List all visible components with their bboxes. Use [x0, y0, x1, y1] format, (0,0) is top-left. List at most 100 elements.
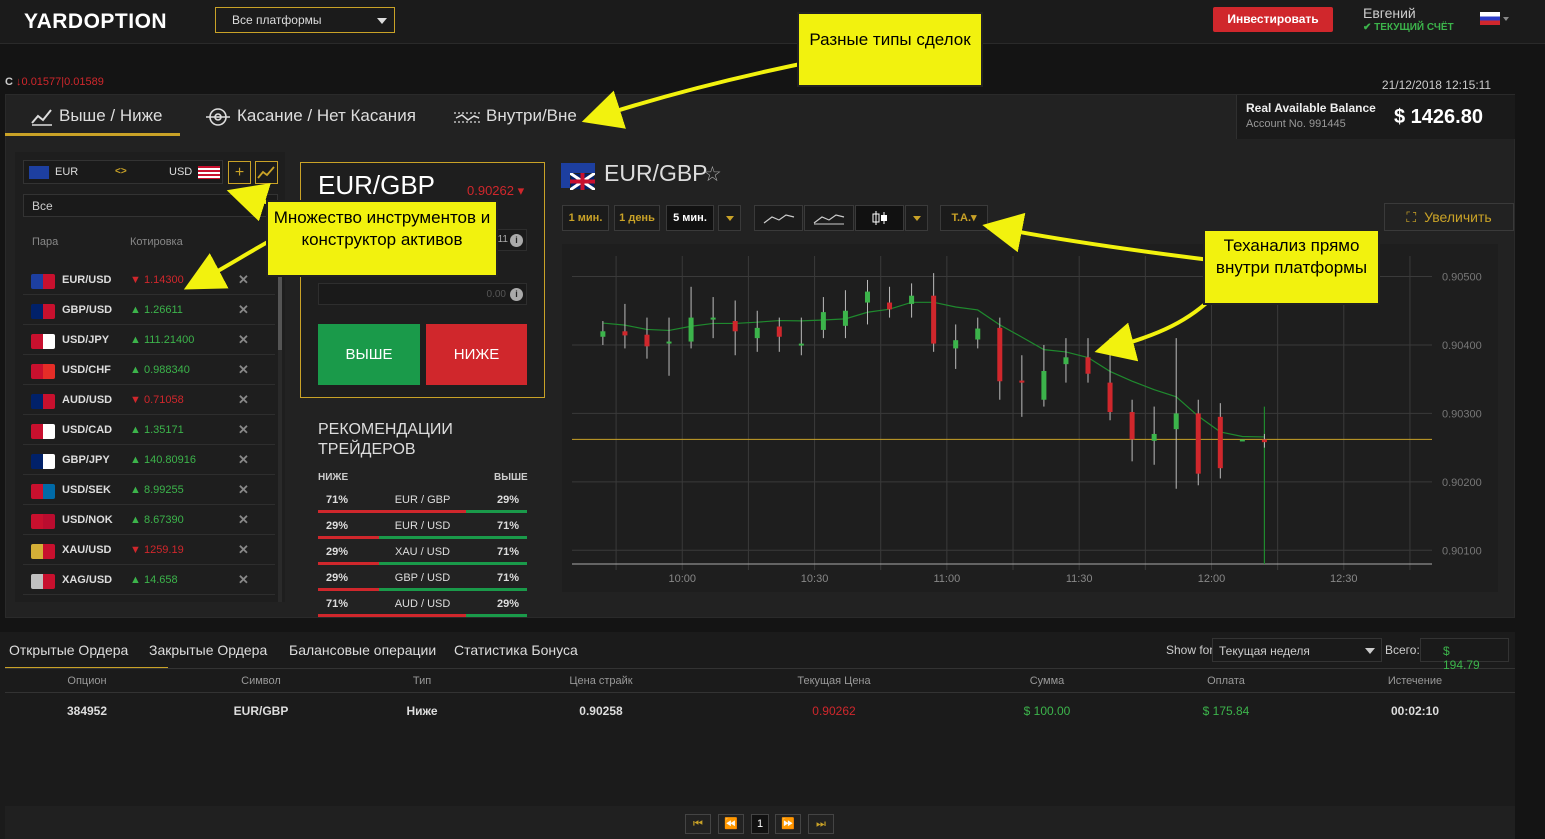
remove-asset-icon[interactable]: ✕ — [238, 512, 249, 528]
candle-body — [1063, 357, 1069, 365]
candle-body — [1217, 416, 1223, 469]
asset-pair: USD/NOK — [62, 514, 113, 526]
period-select[interactable]: Текущая неделя — [1212, 638, 1382, 662]
chart-type-dropdown[interactable] — [905, 205, 928, 231]
balance-value: $ 1426.80 — [1394, 106, 1483, 128]
tab-in-out[interactable]: Внутри/Вне — [486, 106, 577, 126]
pager-first-button[interactable]: ⏮ — [685, 814, 711, 834]
info-icon[interactable]: i — [510, 234, 523, 247]
remove-asset-icon[interactable]: ✕ — [238, 392, 249, 408]
chevron-down-icon[interactable] — [1503, 17, 1509, 21]
tab-balance-operations[interactable]: Балансовые операции — [289, 642, 436, 658]
remove-asset-icon[interactable]: ✕ — [238, 332, 249, 348]
remove-asset-icon[interactable]: ✕ — [238, 572, 249, 588]
area-chart-button[interactable] — [804, 205, 854, 231]
candle-body — [820, 312, 826, 330]
amount-value: 0.00 — [486, 289, 506, 300]
candle-body — [887, 302, 893, 310]
higher-button[interactable]: ВЫШЕ — [318, 324, 420, 385]
zoom-button[interactable]: ⛶ Увеличить — [1384, 203, 1514, 231]
remove-asset-icon[interactable]: ✕ — [238, 452, 249, 468]
pager-last-button[interactable]: ⏭ — [808, 814, 834, 834]
candle-chart-button[interactable] — [855, 205, 904, 231]
pager-page-1[interactable]: 1 — [751, 814, 769, 834]
tab-open-orders[interactable]: Открытые Ордера — [9, 642, 128, 658]
asset-row[interactable]: GBP/JPY ▲ 140.80916 ✕ — [23, 446, 275, 475]
add-asset-button[interactable]: + — [228, 161, 251, 184]
x-tick-label: 12:30 — [1330, 573, 1358, 585]
expiry-value: 11 — [497, 234, 508, 245]
active-tab-indicator — [5, 133, 180, 136]
chart-title: EUR/GBP — [604, 160, 708, 186]
asset-row[interactable]: USD/JPY ▲ 111.21400 ✕ — [23, 326, 275, 355]
technical-analysis-button[interactable]: T.A.▾ — [940, 205, 988, 231]
recommendation-row: AUD / USD 71% 29% — [318, 594, 527, 620]
remove-asset-icon[interactable]: ✕ — [238, 542, 249, 558]
lower-button[interactable]: НИЖЕ — [426, 324, 527, 385]
recommendation-row: EUR / GBP 71% 29% — [318, 490, 527, 516]
tab-higher-lower[interactable]: Выше / Ниже — [59, 106, 162, 126]
invest-button[interactable]: Инвестировать — [1213, 7, 1333, 32]
orders-cell: Ниже — [406, 704, 438, 718]
swap-icon[interactable]: <> — [115, 166, 127, 177]
amount-input[interactable]: 0.00 i — [318, 283, 527, 305]
user-name[interactable]: Евгений — [1363, 5, 1416, 21]
orders-cell: 00:02:10 — [1390, 704, 1440, 718]
tab-bonus-stats[interactable]: Статистика Бонуса — [454, 642, 578, 658]
asset-pair: USD/CHF — [62, 364, 111, 376]
remove-asset-icon[interactable]: ✕ — [238, 272, 249, 288]
up-arrow-icon: ▲ — [130, 334, 141, 346]
star-icon[interactable]: ☆ — [703, 162, 722, 187]
asset-row[interactable]: USD/SEK ▲ 8.99255 ✕ — [23, 476, 275, 505]
rec-lower-pct: 71% — [326, 494, 349, 506]
pager-next-button[interactable]: ⏩ — [775, 814, 801, 834]
candle-body — [1107, 382, 1113, 413]
logo[interactable]: YARDOPTION — [24, 10, 167, 34]
asset-row[interactable]: USD/CHF ▲ 0.988340 ✕ — [23, 356, 275, 385]
tab-closed-orders[interactable]: Закрытые Ордера — [149, 642, 267, 658]
info-icon[interactable]: i — [510, 288, 523, 301]
remove-asset-icon[interactable]: ✕ — [238, 302, 249, 318]
recommendation-row: GBP / USD 29% 71% — [318, 568, 527, 594]
asset-price: ▲ 0.988340 — [130, 364, 190, 376]
trade-price: 0.90262 ▾ — [467, 183, 525, 198]
asset-row[interactable]: USD/NOK ▲ 8.67390 ✕ — [23, 506, 275, 535]
orders-column-header: Текущая Цена — [797, 675, 871, 687]
asset-row[interactable]: XAG/USD ▲ 14.658 ✕ — [23, 566, 275, 595]
candle-body — [1195, 413, 1201, 474]
plus-icon: + — [234, 164, 245, 181]
divider — [5, 668, 1515, 669]
asset-row[interactable]: EUR/USD ▼ 1.14300 ✕ — [23, 266, 275, 295]
orders-column-header: Сумма — [1029, 675, 1065, 687]
chart-button[interactable] — [255, 161, 278, 184]
timeframe-1day[interactable]: 1 день — [614, 205, 660, 231]
candle-body — [1173, 413, 1179, 430]
timeframe-5min[interactable]: 5 мин. — [666, 205, 714, 231]
pair-selector[interactable]: EUR <> USD — [23, 160, 223, 184]
candle-body — [776, 326, 782, 337]
asset-price-value: 1.26611 — [143, 304, 183, 316]
asset-row[interactable]: GBP/USD ▲ 1.26611 ✕ — [23, 296, 275, 325]
asset-row[interactable]: USD/CAD ▲ 1.35171 ✕ — [23, 416, 275, 445]
pair-flag-icon — [31, 364, 55, 379]
timeframe-1min[interactable]: 1 мин. — [562, 205, 609, 231]
filter-select[interactable]: Все — [23, 194, 278, 217]
line-chart-button[interactable] — [754, 205, 803, 231]
remove-asset-icon[interactable]: ✕ — [238, 362, 249, 378]
rec-lower-header: НИЖЕ — [318, 472, 349, 483]
tab-touch-notouch[interactable]: Касание / Нет Касания — [237, 106, 416, 126]
account-number: Account No. 991445 — [1246, 118, 1346, 130]
asset-row[interactable]: AUD/USD ▼ 0.71058 ✕ — [23, 386, 275, 415]
remove-asset-icon[interactable]: ✕ — [238, 482, 249, 498]
asset-row[interactable]: XAU/USD ▼ 1259.19 ✕ — [23, 536, 275, 565]
pair-flag-icon — [31, 484, 55, 499]
asset-price-value: 14.658 — [143, 574, 178, 586]
platform-select[interactable]: Все платформы — [215, 7, 395, 33]
remove-asset-icon[interactable]: ✕ — [238, 422, 249, 438]
asset-pair: USD/CAD — [62, 424, 113, 436]
russia-flag-icon[interactable] — [1480, 12, 1500, 25]
pager-prev-button[interactable]: ⏪ — [718, 814, 744, 834]
rec-ratio-bar — [318, 536, 527, 539]
ticker-value: ↓0.01577|0.01589 — [16, 76, 104, 88]
timeframe-dropdown[interactable] — [718, 205, 741, 231]
